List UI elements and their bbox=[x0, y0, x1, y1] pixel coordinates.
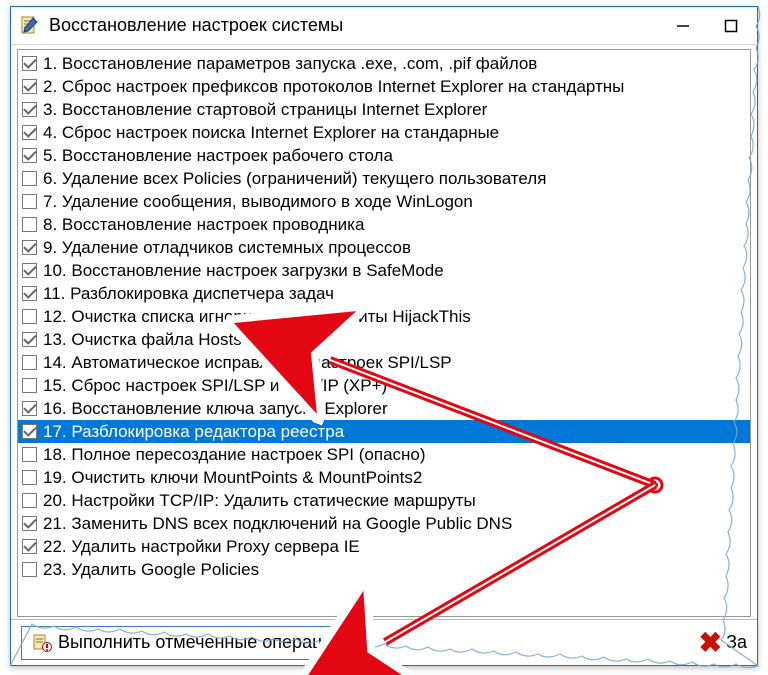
checkbox[interactable] bbox=[22, 562, 37, 577]
checklist-item[interactable]: 7. Удаление сообщения, выводимого в ходе… bbox=[18, 190, 750, 213]
checklist-item-label: 23. Удалить Google Policies bbox=[43, 558, 259, 581]
action-bar: Выполнить отмеченные операции ✖ За bbox=[11, 619, 757, 665]
checklist-item-label: 16. Восстановление ключа запуска Explore… bbox=[43, 397, 388, 420]
checkbox[interactable] bbox=[22, 240, 37, 255]
checklist-item[interactable]: 13. Очистка файла Hosts bbox=[18, 328, 750, 351]
checkbox[interactable] bbox=[22, 171, 37, 186]
checkbox[interactable] bbox=[22, 79, 37, 94]
checkbox[interactable] bbox=[22, 355, 37, 370]
checkbox[interactable] bbox=[22, 470, 37, 485]
checkbox[interactable] bbox=[22, 401, 37, 416]
checkbox[interactable] bbox=[22, 332, 37, 347]
checkbox[interactable] bbox=[22, 493, 37, 508]
checklist-item-label: 20. Настройки TCP/IP: Удалить статически… bbox=[43, 489, 476, 512]
run-selected-button[interactable]: Выполнить отмеченные операции bbox=[21, 626, 354, 660]
cancel-button[interactable]: ✖ За bbox=[699, 626, 747, 659]
checkbox[interactable] bbox=[22, 217, 37, 232]
checklist-item[interactable]: 17. Разблокировка редактора реестра bbox=[18, 420, 750, 443]
checklist-item[interactable]: 21. Заменить DNS всех подключений на Goo… bbox=[18, 512, 750, 535]
checklist-item[interactable]: 4. Сброс настроек поиска Internet Explor… bbox=[18, 121, 750, 144]
checklist-item[interactable]: 8. Восстановление настроек проводника bbox=[18, 213, 750, 236]
checklist-item-label: 3. Восстановление стартовой страницы Int… bbox=[43, 98, 487, 121]
checkbox[interactable] bbox=[22, 263, 37, 278]
checklist-item-label: 9. Удаление отладчиков системных процесс… bbox=[43, 236, 411, 259]
checklist-item-label: 13. Очистка файла Hosts bbox=[43, 328, 242, 351]
checklist-item[interactable]: 12. Очистка списка игнорирования утилиты… bbox=[18, 305, 750, 328]
checklist-item[interactable]: 20. Настройки TCP/IP: Удалить статически… bbox=[18, 489, 750, 512]
checklist-item[interactable]: 22. Удалить настройки Proxy сервера IE bbox=[18, 535, 750, 558]
checklist[interactable]: 1. Восстановление параметров запуска .ex… bbox=[17, 49, 751, 617]
window: Восстановление настроек системы 1. Восст… bbox=[10, 6, 758, 666]
run-button-label: Выполнить отмеченные операции bbox=[58, 632, 343, 653]
checkbox[interactable] bbox=[22, 56, 37, 71]
checklist-item[interactable]: 9. Удаление отладчиков системных процесс… bbox=[18, 236, 750, 259]
checklist-item-label: 14. Автоматическое исправление настроек … bbox=[43, 351, 452, 374]
maximize-button[interactable] bbox=[711, 11, 751, 41]
checklist-item-label: 6. Удаление всех Policies (ограничений) … bbox=[43, 167, 546, 190]
window-title: Восстановление настроек системы bbox=[49, 15, 655, 36]
checklist-item[interactable]: 15. Сброс настроек SPI/LSP и TCP/IP (XP+… bbox=[18, 374, 750, 397]
checkbox[interactable] bbox=[22, 378, 37, 393]
checklist-item-label: 7. Удаление сообщения, выводимого в ходе… bbox=[43, 190, 473, 213]
script-exclaim-icon bbox=[32, 633, 52, 653]
checklist-item[interactable]: 16. Восстановление ключа запуска Explore… bbox=[18, 397, 750, 420]
checklist-item-label: 15. Сброс настроек SPI/LSP и TCP/IP (XP+… bbox=[43, 374, 387, 397]
checklist-item-label: 5. Восстановление настроек рабочего стол… bbox=[43, 144, 393, 167]
checklist-item[interactable]: 23. Удалить Google Policies bbox=[18, 558, 750, 581]
checkbox[interactable] bbox=[22, 286, 37, 301]
app-icon bbox=[19, 15, 41, 37]
checklist-item[interactable]: 6. Удаление всех Policies (ограничений) … bbox=[18, 167, 750, 190]
checklist-item-label: 11. Разблокировка диспетчера задач bbox=[43, 282, 334, 305]
checkbox[interactable] bbox=[22, 309, 37, 324]
checklist-item-label: 21. Заменить DNS всех подключений на Goo… bbox=[43, 512, 512, 535]
minimize-button[interactable] bbox=[663, 11, 703, 41]
checklist-item[interactable]: 1. Восстановление параметров запуска .ex… bbox=[18, 52, 750, 75]
checklist-item-label: 18. Полное пересоздание настроек SPI (оп… bbox=[43, 443, 426, 466]
checklist-item-label: 8. Восстановление настроек проводника bbox=[43, 213, 364, 236]
checklist-item[interactable]: 2. Сброс настроек префиксов протоколов I… bbox=[18, 75, 750, 98]
checklist-item[interactable]: 14. Автоматическое исправление настроек … bbox=[18, 351, 750, 374]
checkbox[interactable] bbox=[22, 194, 37, 209]
title-bar: Восстановление настроек системы bbox=[11, 7, 757, 45]
checklist-item-label: 19. Очистить ключи MountPoints & MountPo… bbox=[43, 466, 422, 489]
checklist-item-label: 1. Восстановление параметров запуска .ex… bbox=[43, 52, 537, 75]
checklist-item[interactable]: 10. Восстановление настроек загрузки в S… bbox=[18, 259, 750, 282]
checklist-item-label: 22. Удалить настройки Proxy сервера IE bbox=[43, 535, 360, 558]
checklist-item[interactable]: 5. Восстановление настроек рабочего стол… bbox=[18, 144, 750, 167]
checklist-item-label: 17. Разблокировка редактора реестра bbox=[43, 420, 344, 443]
checklist-item[interactable]: 18. Полное пересоздание настроек SPI (оп… bbox=[18, 443, 750, 466]
checkbox[interactable] bbox=[22, 447, 37, 462]
checklist-item[interactable]: 19. Очистить ключи MountPoints & MountPo… bbox=[18, 466, 750, 489]
cancel-label: За bbox=[726, 632, 747, 653]
checklist-item-label: 10. Восстановление настроек загрузки в S… bbox=[43, 259, 444, 282]
checkbox[interactable] bbox=[22, 424, 37, 439]
checkbox[interactable] bbox=[22, 102, 37, 117]
checklist-item[interactable]: 3. Восстановление стартовой страницы Int… bbox=[18, 98, 750, 121]
checklist-item-label: 2. Сброс настроек префиксов протоколов I… bbox=[43, 75, 624, 98]
checkbox[interactable] bbox=[22, 125, 37, 140]
checkbox[interactable] bbox=[22, 516, 37, 531]
checklist-item-label: 12. Очистка списка игнорирования утилиты… bbox=[43, 305, 471, 328]
checkbox[interactable] bbox=[22, 539, 37, 554]
close-icon: ✖ bbox=[699, 626, 722, 659]
checkbox[interactable] bbox=[22, 148, 37, 163]
checklist-item-label: 4. Сброс настроек поиска Internet Explor… bbox=[43, 121, 499, 144]
checklist-item[interactable]: 11. Разблокировка диспетчера задач bbox=[18, 282, 750, 305]
